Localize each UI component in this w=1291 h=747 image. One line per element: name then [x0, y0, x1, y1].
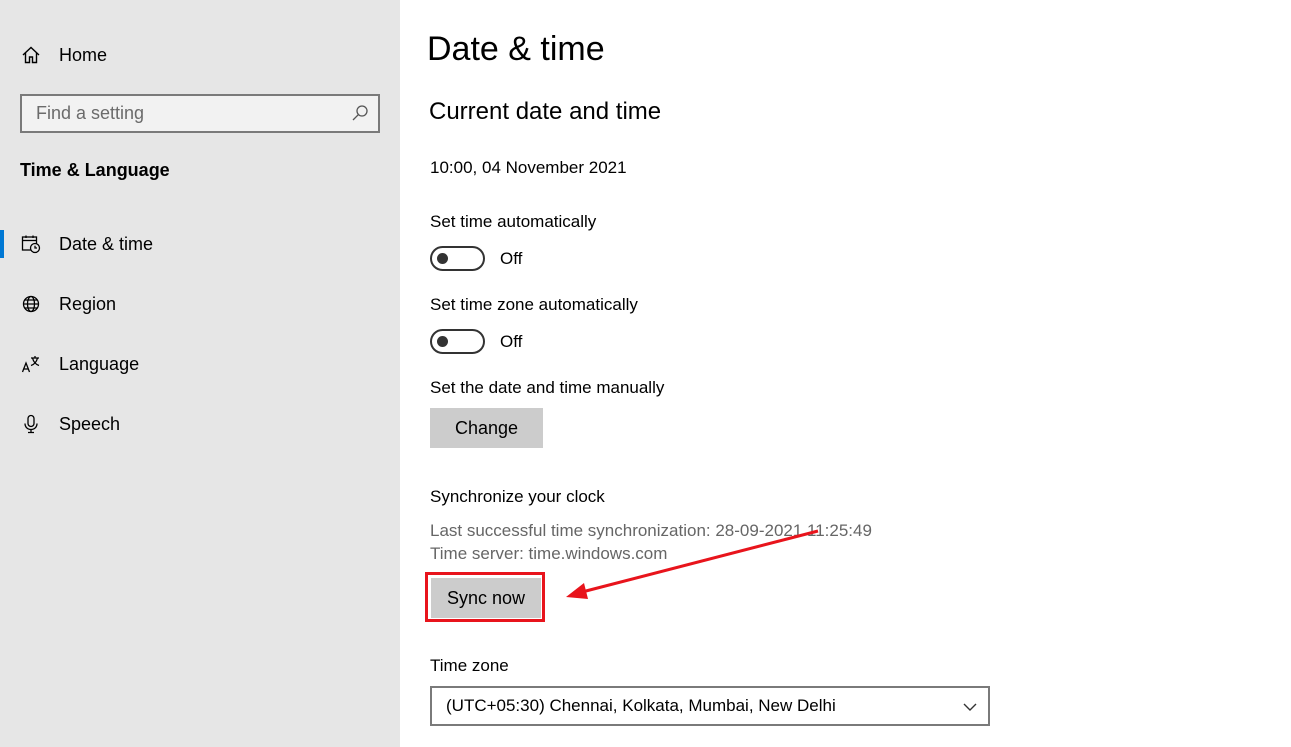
toggle-knob — [437, 253, 448, 264]
home-link[interactable]: Home — [20, 40, 107, 70]
sidebar-item-label: Region — [59, 293, 117, 314]
sync-heading: Synchronize your clock — [430, 487, 605, 506]
home-icon — [20, 44, 42, 66]
sidebar-item-label: Date & time — [59, 233, 154, 254]
search-icon[interactable] — [351, 104, 369, 122]
toggle-track — [430, 246, 485, 271]
search-box — [20, 94, 380, 133]
manual-date-time-label: Set the date and time manually — [430, 378, 665, 397]
toggle-track — [430, 329, 485, 354]
set-time-auto-label: Set time automatically — [430, 212, 597, 231]
sidebar-item-speech[interactable]: Speech — [0, 404, 400, 444]
current-datetime-value: 10:00, 04 November 2021 — [430, 158, 627, 177]
chevron-down-icon — [962, 699, 978, 715]
change-button[interactable]: Change — [430, 408, 543, 448]
sidebar-item-date-time[interactable]: Date & time — [0, 224, 400, 264]
microphone-icon — [20, 413, 42, 435]
set-time-auto-state: Off — [500, 249, 523, 268]
timezone-label: Time zone — [430, 656, 509, 675]
page-title: Date & time — [427, 30, 605, 68]
section-title: Time & Language — [20, 160, 170, 180]
sidebar-item-language[interactable]: Language — [0, 344, 400, 384]
set-tz-auto-label: Set time zone automatically — [430, 295, 638, 314]
main-content: Date & time Current date and time 10:00,… — [400, 0, 1291, 747]
last-sync-text: Last successful time synchronization: 28… — [430, 521, 872, 540]
sidebar-item-region[interactable]: Region — [0, 284, 400, 324]
language-icon — [20, 353, 42, 375]
set-tz-auto-toggle[interactable] — [430, 329, 486, 354]
globe-icon — [20, 293, 42, 315]
sidebar-item-label: Language — [59, 353, 140, 374]
sync-now-button[interactable]: Sync now — [431, 578, 541, 618]
calendar-clock-icon — [20, 233, 42, 255]
current-date-time-heading: Current date and time — [429, 98, 662, 125]
home-label: Home — [59, 44, 108, 65]
sidebar: Home Time & Language Date & time — [0, 0, 400, 747]
set-time-auto-toggle[interactable] — [430, 246, 486, 271]
time-server-text: Time server: time.windows.com — [430, 544, 668, 563]
set-tz-auto-state: Off — [500, 332, 523, 351]
timezone-select[interactable]: (UTC+05:30) Chennai, Kolkata, Mumbai, Ne… — [430, 686, 990, 726]
timezone-value: (UTC+05:30) Chennai, Kolkata, Mumbai, Ne… — [446, 696, 836, 715]
toggle-knob — [437, 336, 448, 347]
sidebar-item-label: Speech — [59, 413, 121, 434]
search-input[interactable] — [22, 96, 352, 131]
